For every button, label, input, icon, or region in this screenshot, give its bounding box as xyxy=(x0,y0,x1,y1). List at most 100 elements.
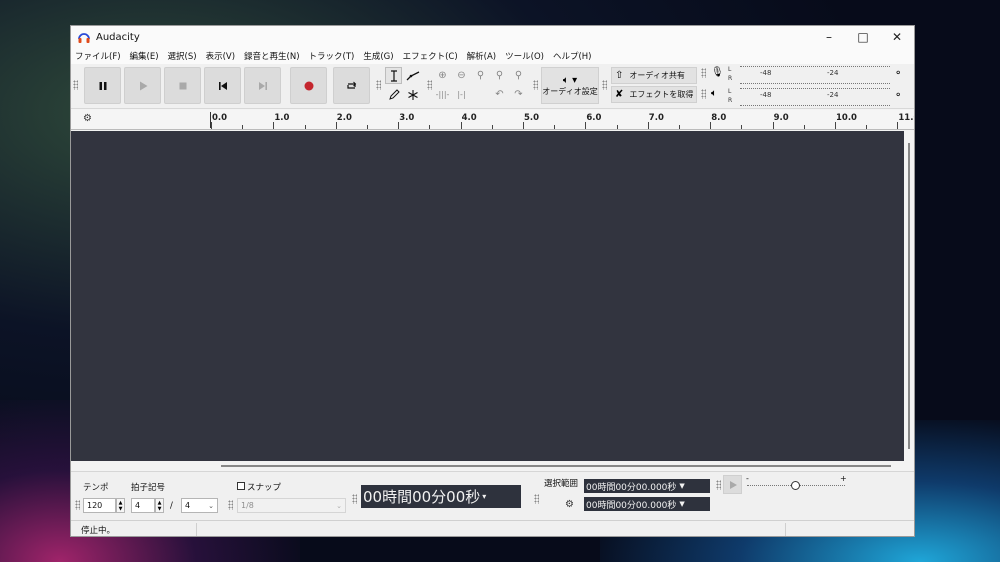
selection-grip[interactable] xyxy=(534,494,539,504)
playback-level-knob-icon[interactable]: ⚬ xyxy=(894,90,902,101)
ruler-major-tick xyxy=(335,122,337,129)
time-signature-upper-stepper[interactable]: ▲ ▼ xyxy=(155,498,164,513)
time-display-value: 00時間00分00秒 xyxy=(363,488,481,506)
time-display[interactable]: 00時間00分00秒 ▾ xyxy=(361,485,521,508)
zoom-out-button[interactable]: ⊖ xyxy=(453,67,470,84)
horizontal-scrollbar[interactable] xyxy=(71,461,914,471)
silence-button[interactable]: |-| xyxy=(453,86,470,103)
ruler-minor-tick xyxy=(679,125,680,129)
timeline-settings-icon[interactable]: ⚙ xyxy=(83,113,92,124)
skip-to-start-button[interactable] xyxy=(204,67,241,104)
selection-start-chevron-icon[interactable]: ▼ xyxy=(679,482,684,490)
fit-project-icon: ⚲ xyxy=(495,70,504,81)
status-divider xyxy=(196,523,197,536)
speed-plus-label: + xyxy=(840,474,847,483)
vertical-scrollbar[interactable] xyxy=(904,131,914,461)
ruler-minor-tick xyxy=(367,125,368,129)
maximize-button[interactable]: □ xyxy=(846,26,880,48)
snap-grip[interactable] xyxy=(228,500,233,510)
timeline-ruler[interactable]: ⚙ 0.0 1.0 2.0 3.0 4.0 5.0 6.0 7.0 8.0 9.0 10.0 11.0 xyxy=(71,110,914,130)
time-signature-upper-input[interactable]: 4 xyxy=(131,498,155,513)
menu-tools[interactable]: ツール(O) xyxy=(505,50,544,62)
share-icon: ⇧ xyxy=(615,70,624,81)
record-meter[interactable]: L R -48 -24 ⚬ xyxy=(728,66,908,84)
zoom-toggle-icon: ⚲ xyxy=(514,70,523,81)
menu-help[interactable]: ヘルプ(H) xyxy=(553,50,592,62)
play-at-speed-button[interactable] xyxy=(723,475,742,494)
chevron-down-icon: ⌄ xyxy=(208,501,214,510)
play-meter-grip[interactable] xyxy=(701,89,706,99)
tools-grip[interactable] xyxy=(376,80,381,90)
menu-edit[interactable]: 編集(E) xyxy=(130,50,159,62)
time-grip[interactable] xyxy=(352,494,357,504)
vertical-scroll-thumb[interactable] xyxy=(908,143,910,449)
time-format-chevron-icon[interactable]: ▾ xyxy=(482,492,486,501)
record-meter-icon[interactable]: 🎙︎ xyxy=(711,67,724,78)
audio-setup-grip[interactable] xyxy=(533,80,538,90)
snap-checkbox[interactable] xyxy=(237,482,245,490)
minimize-button[interactable]: – xyxy=(812,26,846,48)
skip-to-end-button[interactable] xyxy=(244,67,281,104)
record-meter-grip[interactable] xyxy=(701,68,706,78)
menu-select[interactable]: 選択(S) xyxy=(168,50,197,62)
share-grip[interactable] xyxy=(602,80,607,90)
selection-label: 選択範囲 xyxy=(544,479,579,489)
fit-project-button[interactable]: ⚲ xyxy=(491,67,508,84)
toolbar-grip[interactable] xyxy=(73,80,78,90)
playback-meter-icon[interactable]: 🔈︎ xyxy=(711,88,717,99)
loop-button[interactable] xyxy=(333,67,370,104)
audio-setup-button[interactable]: 🔈︎ ▾ オーディオ設定 xyxy=(541,67,599,104)
menu-transport[interactable]: 録音と再生(N) xyxy=(244,50,300,62)
stop-button[interactable] xyxy=(164,67,201,104)
time-signature-label: 拍子記号 xyxy=(131,483,166,493)
trim-button[interactable]: -|||- xyxy=(434,86,451,103)
record-button[interactable] xyxy=(290,67,327,104)
status-divider xyxy=(785,523,786,536)
redo-button[interactable]: ↷ xyxy=(510,86,527,103)
selection-tool[interactable] xyxy=(385,67,402,84)
selection-end-display[interactable]: 00時間00分00.000秒 ▼ xyxy=(584,497,710,511)
share-audio-button[interactable]: ⇧ オーディオ共有 xyxy=(611,67,697,84)
pause-button[interactable] xyxy=(84,67,121,104)
selection-end-chevron-icon[interactable]: ▼ xyxy=(679,500,684,508)
play-at-speed-grip[interactable] xyxy=(716,480,721,490)
selection-settings-icon[interactable]: ⚙ xyxy=(565,499,574,510)
undo-button[interactable]: ↶ xyxy=(491,86,508,103)
time-signature-lower-select[interactable]: 4 ⌄ xyxy=(181,498,218,513)
tempo-grip[interactable] xyxy=(75,500,80,510)
menu-analyze[interactable]: 解析(A) xyxy=(467,50,496,62)
edit-grip[interactable] xyxy=(427,80,432,90)
play-button[interactable] xyxy=(124,67,161,104)
close-button[interactable]: ✕ xyxy=(880,26,914,48)
speed-slider-thumb[interactable] xyxy=(791,481,800,490)
pause-icon xyxy=(99,81,106,90)
fit-selection-button[interactable]: ⚲ xyxy=(472,67,489,84)
playback-meter[interactable]: L R -48 -24 ⚬ xyxy=(728,88,908,106)
zoom-toggle-button[interactable]: ⚲ xyxy=(510,67,527,84)
fit-selection-icon: ⚲ xyxy=(476,70,485,81)
ruler-major-tick xyxy=(460,122,462,129)
asterisk-icon xyxy=(407,89,418,100)
record-level-knob-icon[interactable]: ⚬ xyxy=(894,68,902,79)
menu-view[interactable]: 表示(V) xyxy=(206,50,235,62)
menu-file[interactable]: ファイル(F) xyxy=(75,50,121,62)
horizontal-scroll-thumb[interactable] xyxy=(221,465,891,467)
menu-generate[interactable]: 生成(G) xyxy=(363,50,393,62)
title-bar: Audacity – □ ✕ xyxy=(71,26,914,48)
tempo-stepper[interactable]: ▲ ▼ xyxy=(116,498,125,513)
multi-tool[interactable] xyxy=(404,86,421,103)
get-effects-button[interactable]: ✘ エフェクトを取得 xyxy=(611,86,697,103)
tempo-input[interactable]: 120 xyxy=(83,498,116,513)
menu-effect[interactable]: エフェクト(C) xyxy=(403,50,458,62)
selection-start-display[interactable]: 00時間00分00.000秒 ▼ xyxy=(584,479,710,493)
track-area[interactable] xyxy=(71,131,904,461)
envelope-tool[interactable] xyxy=(404,67,421,84)
zoom-in-button[interactable]: ⊕ xyxy=(434,67,451,84)
ruler-major-tick xyxy=(211,122,212,129)
draw-tool[interactable] xyxy=(385,86,402,103)
snap-select[interactable]: 1/8 ⌄ xyxy=(237,498,346,513)
menu-tracks[interactable]: トラック(T) xyxy=(309,50,355,62)
ruler-label: 10.0 xyxy=(836,113,857,123)
ruler-minor-tick xyxy=(616,125,618,129)
ruler-minor-tick xyxy=(554,125,556,129)
